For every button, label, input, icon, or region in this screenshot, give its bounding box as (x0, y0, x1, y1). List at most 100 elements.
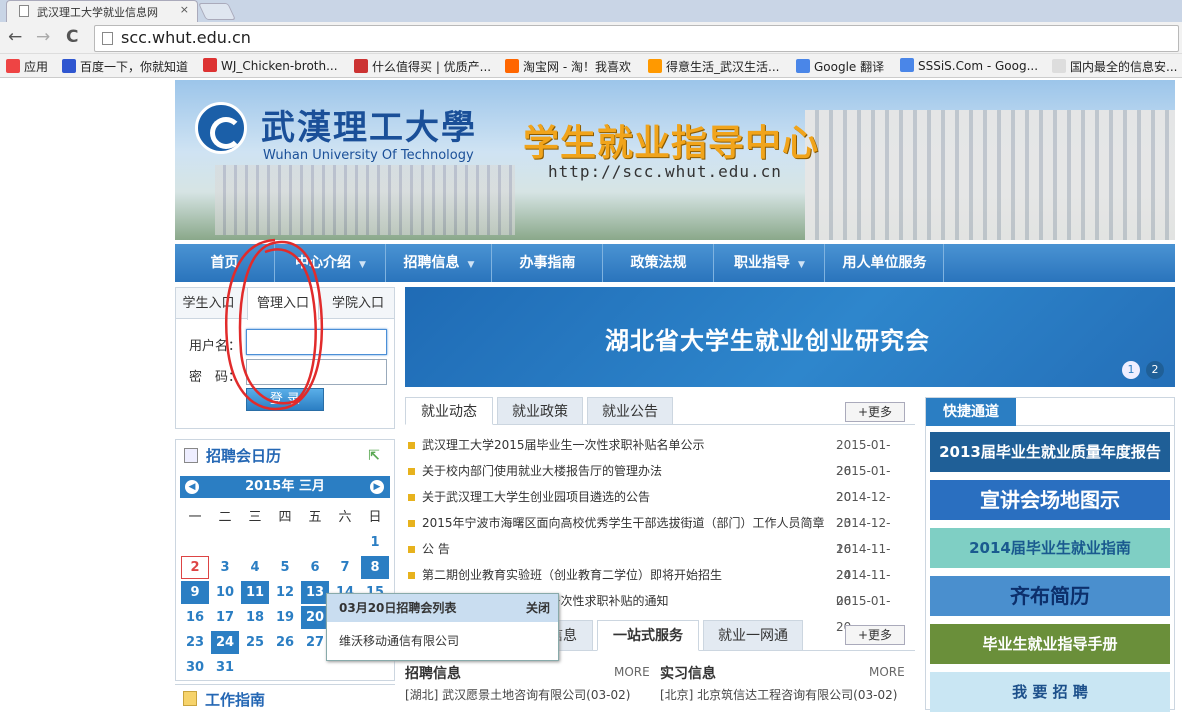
quick-link-banner[interactable]: 毕业生就业指导手册 (930, 624, 1170, 664)
back-arrow-icon[interactable]: ← (8, 27, 22, 47)
recruit-item-link[interactable]: [湖北] 武汉愿景土地咨询有限公司(03-02) (405, 686, 630, 703)
nav-item[interactable]: 用人单位服务 (826, 244, 944, 282)
news-title[interactable]: 关于武汉理工大学生创业园项目遴选的公告 (422, 484, 650, 510)
calendar-day[interactable]: 20 (301, 606, 329, 629)
news-row[interactable]: 武汉理工大学2015届毕业生一次性求职补贴名单公示 2015-01-26 (405, 432, 905, 478)
news-title[interactable]: 第二期创业教育实验班（创业教育二学位）即将开始招生 (422, 562, 722, 588)
calendar-day[interactable]: 6 (301, 556, 329, 579)
calendar-day[interactable]: 11 (241, 581, 269, 604)
news-row[interactable]: 关于武汉理工大学生创业园项目遴选的公告 2014-12-23 (405, 484, 905, 530)
calendar-day[interactable]: 24 (211, 631, 239, 654)
reload-icon[interactable]: C (66, 27, 78, 47)
news-more-button[interactable]: +更多 (845, 402, 905, 422)
bookmark-item[interactable]: WJ_Chicken-broth... (203, 58, 338, 73)
news-title[interactable]: 武汉理工大学2015届毕业生一次性求职补贴名单公示 (422, 432, 705, 458)
tab-admin-login[interactable]: 管理入口 (247, 288, 319, 320)
calendar-day[interactable]: 17 (211, 606, 239, 629)
bookmark-item[interactable]: 得意生活_武汉生活... (648, 58, 779, 75)
address-bar[interactable]: scc.whut.edu.cn (94, 25, 1179, 52)
prev-month-icon[interactable]: ◀ (185, 480, 199, 494)
tab-title: 武汉理工大学就业信息网 (37, 6, 158, 19)
calendar-day[interactable]: 16 (181, 606, 209, 629)
nav-item[interactable]: 招聘信息 ▼ (387, 244, 492, 282)
calendar-day[interactable]: 5 (271, 556, 299, 579)
bookmark-item[interactable]: SSSiS.Com - Goog... (900, 58, 1038, 73)
calendar-day[interactable]: 2 (181, 556, 209, 579)
bookmark-item[interactable]: 应用 (6, 58, 48, 75)
calendar-day[interactable]: 30 (181, 656, 209, 679)
services-more-button[interactable]: +更多 (845, 625, 905, 645)
slide-page-2[interactable]: 2 (1146, 361, 1164, 379)
bookmark-item[interactable]: 淘宝网 - 淘！我喜欢 (505, 58, 631, 75)
calendar-day[interactable]: 7 (331, 556, 359, 579)
tab-employment-policy[interactable]: 就业政策 (497, 397, 583, 425)
login-button[interactable]: 登 录 (246, 388, 324, 411)
quick-link-banner[interactable]: 2014届毕业生就业指南 (930, 528, 1170, 568)
tab-student-login[interactable]: 学生入口 (176, 288, 241, 319)
news-row[interactable]: 公 告 2014-11-24 (405, 536, 905, 582)
calendar-day[interactable]: 3 (211, 556, 239, 579)
news-row[interactable]: 2015年宁波市海曙区面向高校优秀学生干部选拔街道（部门）工作人员简章 2014-… (405, 510, 905, 556)
calendar-day[interactable]: 9 (181, 581, 209, 604)
news-row[interactable]: 关于校内部门使用就业大楼报告厅的管理办法 2015-01-20 (405, 458, 905, 504)
quick-link-banner[interactable]: 齐布简历 (930, 576, 1170, 616)
expand-icon[interactable]: ⇱ (368, 440, 380, 472)
nav-item[interactable]: 办事指南 (493, 244, 603, 282)
close-tab-icon[interactable]: × (180, 3, 189, 16)
bullet-icon (408, 572, 415, 579)
popup-close-button[interactable]: 关闭 (526, 594, 550, 622)
calendar-day[interactable]: 23 (181, 631, 209, 654)
news-title[interactable]: 公 告 (422, 536, 450, 562)
tab-employment-network[interactable]: 就业一网通 (703, 620, 803, 651)
bookmark-item[interactable]: 什么值得买 | 优质产... (354, 58, 491, 75)
nav-item[interactable]: 中心介绍 ▼ (276, 244, 386, 282)
news-title[interactable]: 关于校内部门使用就业大楼报告厅的管理办法 (422, 458, 662, 484)
news-title[interactable]: 2015年宁波市海曙区面向高校优秀学生干部选拔街道（部门）工作人员简章 (422, 510, 825, 536)
forward-arrow-icon[interactable]: → (36, 27, 50, 47)
nav-item[interactable]: 首页 (175, 244, 275, 282)
tab-employment-notice[interactable]: 就业公告 (587, 397, 673, 425)
calendar-day[interactable]: 19 (271, 606, 299, 629)
quick-link-banner[interactable]: 我 要 招 聘 (930, 672, 1170, 712)
calendar-day[interactable]: 4 (241, 556, 269, 579)
calendar-day[interactable]: 26 (271, 631, 299, 654)
intern-more-link[interactable]: MORE (869, 665, 905, 679)
news-row[interactable]: 第二期创业教育实验班（创业教育二学位）即将开始招生 2014-11-06 (405, 562, 905, 608)
calendar-day[interactable]: 25 (241, 631, 269, 654)
calendar-day[interactable]: 10 (211, 581, 239, 604)
username-input[interactable] (246, 329, 387, 355)
browser-tab[interactable]: 武汉理工大学就业信息网 × (6, 0, 198, 22)
popup-company-link[interactable]: 维沃移动通信有限公司 (327, 622, 558, 649)
page-favicon-icon (19, 5, 29, 17)
slide-banner[interactable]: 湖北省大学生就业创业研究会 1 2 (405, 287, 1175, 387)
nav-item[interactable]: 政策法规 (604, 244, 714, 282)
quick-link-banner[interactable]: 宣讲会场地图示 (930, 480, 1170, 520)
tab-college-login[interactable]: 学院入口 (323, 288, 393, 319)
slide-page-1[interactable]: 1 (1122, 361, 1140, 379)
intern-item-link[interactable]: [北京] 北京筑信达工程咨询有限公司(03-02) (660, 686, 897, 703)
nav-item-label: 招聘信息 (403, 255, 460, 271)
calendar-day[interactable]: 1 (361, 531, 389, 554)
password-input[interactable] (246, 359, 387, 385)
bookmark-item[interactable]: Google 翻译 (796, 58, 884, 75)
tab-employment-news[interactable]: 就业动态 (405, 397, 493, 425)
popup-title: 03月20日招聘会列表 (339, 601, 457, 615)
center-url: http://scc.whut.edu.cn (548, 162, 782, 181)
nav-item[interactable]: 职业指导 ▼ (715, 244, 825, 282)
calendar-day[interactable]: 13 (301, 581, 329, 604)
bookmark-item[interactable]: 国内最全的信息安... (1052, 58, 1177, 75)
quick-link-banner[interactable]: 2013届毕业生就业质量年度报告 (930, 432, 1170, 472)
calendar-day[interactable]: 31 (211, 656, 239, 679)
bookmark-item[interactable]: 百度一下，你就知道 (62, 58, 188, 75)
calendar-day[interactable]: 18 (241, 606, 269, 629)
next-month-icon[interactable]: ▶ (370, 480, 384, 494)
calendar-day[interactable]: 12 (271, 581, 299, 604)
banner-main-building-photo (805, 110, 1175, 240)
calendar-day[interactable]: 27 (301, 631, 329, 654)
tab-one-stop-service[interactable]: 一站式服务 (597, 620, 699, 651)
bullet-icon (408, 442, 415, 449)
calendar-day[interactable]: 8 (361, 556, 389, 579)
new-tab-button[interactable] (198, 3, 236, 20)
recruit-more-link[interactable]: MORE (614, 665, 650, 679)
bookmark-label: SSSiS.Com - Goog... (918, 59, 1039, 73)
